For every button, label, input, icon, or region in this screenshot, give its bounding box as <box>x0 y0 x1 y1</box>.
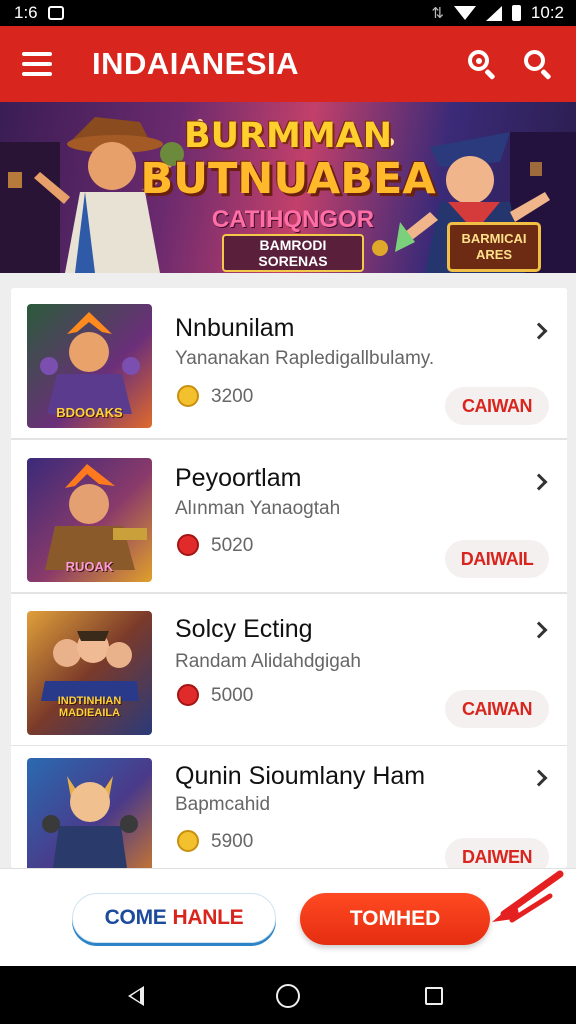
game-title: Qunin Sioumlany Ham <box>175 762 426 790</box>
game-thumbnail: INDTINHIAN MADIEAILA <box>27 611 152 735</box>
game-thumbnail: RUOAK <box>27 458 152 582</box>
list-item[interactable]: INDTINHIAN MADIEAILA Solcy Ecting Randam… <box>11 595 567 747</box>
signal-icon <box>485 5 502 21</box>
recent-apps-icon[interactable] <box>425 987 443 1005</box>
game-subtitle: Alınman Yanaogtah <box>175 498 341 519</box>
game-title: Peyoortlam <box>175 464 302 492</box>
banner-subtitle: BAMRODI SORENAS <box>222 234 364 272</box>
game-price: 5020 <box>211 535 254 556</box>
search-icon[interactable] <box>520 46 556 82</box>
photo-icon <box>47 6 64 20</box>
status-time-right: 10:2 <box>530 3 564 22</box>
system-nav-bar <box>0 966 576 1024</box>
battery-icon <box>511 5 521 21</box>
game-subtitle: Yananakan Rapledigallbulamy. <box>175 348 435 369</box>
menu-icon[interactable] <box>22 52 52 76</box>
download-button[interactable]: CAIWAN <box>445 690 549 728</box>
status-left: 1:6 <box>14 3 64 23</box>
app-screen: 1:6 ⇅ 10:2 INDAIANESIA BURMMAN BUTNUABEA… <box>0 0 576 1024</box>
game-list: BDOOAKS Nnbunilam Yananakan Rapledigallb… <box>11 288 567 868</box>
coin-icon <box>177 830 199 852</box>
download-button[interactable]: CAIWAN <box>445 387 549 425</box>
coin-icon <box>177 385 199 407</box>
wifi-icon <box>453 6 476 20</box>
coin-icon <box>177 534 199 556</box>
banner-title-line2: BUTNUABEA <box>140 154 436 204</box>
download-button[interactable]: DAIWEN <box>445 838 549 868</box>
coin-icon <box>177 684 199 706</box>
banner-title-line3: CATIHQNGOR <box>211 206 375 233</box>
chevron-right-icon[interactable] <box>530 322 548 340</box>
home-icon[interactable] <box>276 984 300 1008</box>
download-button[interactable]: DAIWAIL <box>445 540 549 578</box>
vibrate-icon: ⇅ <box>431 5 444 22</box>
banner-badge: BARMICAI ARES <box>447 222 541 272</box>
game-price: 5000 <box>211 685 254 706</box>
status-time-left: 1:6 <box>14 3 38 22</box>
secondary-button-word1: COME <box>104 906 167 929</box>
game-thumbnail <box>27 758 152 868</box>
game-price: 3200 <box>211 386 254 407</box>
app-title: INDAIANESIA <box>92 46 300 81</box>
list-item[interactable]: RUOAK Peyoortlam Alınman Yanaogtah 5020 … <box>11 442 567 594</box>
status-right: ⇅ 10:2 <box>431 3 564 23</box>
game-thumbnail: BDOOAKS <box>27 304 152 428</box>
game-subtitle: Bapmcahid <box>175 794 271 815</box>
promo-banner[interactable]: BURMMAN BUTNUABEA CATIHQNGOR BAMRODI SOR… <box>0 102 576 273</box>
game-title: Solcy Ecting <box>175 615 313 643</box>
chevron-right-icon[interactable] <box>530 621 548 639</box>
primary-button[interactable]: TOMHED <box>300 893 490 945</box>
search-focus-icon[interactable] <box>464 46 500 82</box>
game-price: 5900 <box>211 831 254 852</box>
secondary-button-word2: HANLE <box>172 906 244 929</box>
thumbnail-label: BDOOAKS <box>56 405 123 420</box>
list-item[interactable]: Qunin Sioumlany Ham Bapmcahid 5900 DAIWE… <box>11 746 567 868</box>
thumbnail-art <box>42 776 138 868</box>
pointer-arrow-icon <box>492 870 564 923</box>
banner-title-line1: BURMMAN <box>183 116 393 156</box>
app-bar: INDAIANESIA <box>0 26 576 102</box>
chevron-right-icon[interactable] <box>530 769 548 787</box>
secondary-button[interactable]: COME HANLE <box>72 893 276 943</box>
list-item[interactable]: BDOOAKS Nnbunilam Yananakan Rapledigallb… <box>11 288 567 440</box>
back-icon[interactable] <box>128 986 144 1006</box>
game-title: Nnbunilam <box>175 314 295 342</box>
thumbnail-label: RUOAK <box>65 559 114 574</box>
game-subtitle: Randam Alidahdgigah <box>175 651 361 672</box>
chevron-right-icon[interactable] <box>530 473 548 491</box>
status-bar: 1:6 ⇅ 10:2 <box>0 0 576 26</box>
thumbnail-label: INDTINHIAN MADIEAILA <box>57 695 122 719</box>
